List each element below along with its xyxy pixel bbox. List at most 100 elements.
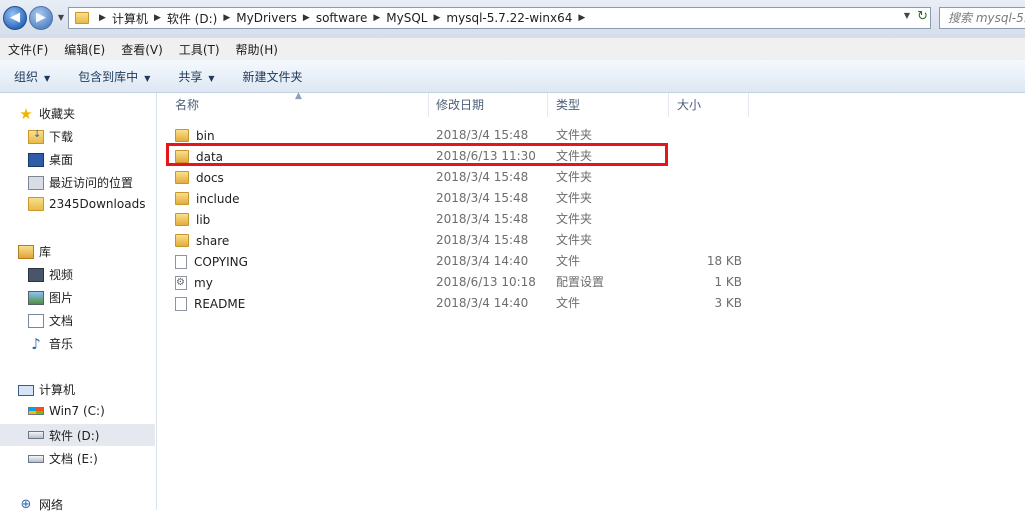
file-name: bin [196, 128, 215, 143]
file-row-share[interactable]: share 2018/3/4 15:48 文件夹 [157, 230, 1025, 251]
file-type: 配置设置 [556, 275, 605, 289]
share-label: 共享 [178, 69, 203, 84]
file-date-modified: 2018/6/13 10:18 [436, 275, 536, 289]
chevron-down-icon: ▼ [144, 73, 151, 83]
file-size [677, 125, 742, 146]
navigation-pane[interactable]: ★ 收藏夹 下载 桌面 最近访问的位置 2345Downloads 库 视频 图… [0, 93, 157, 513]
file-size [677, 188, 742, 209]
share-button[interactable]: 共享 ▼ [164, 68, 228, 85]
breadcrumb-computer[interactable]: 计算机 [112, 10, 148, 27]
search-input[interactable]: 搜索 mysql-5.7.22-winx64 [939, 7, 1025, 29]
file-row-copying[interactable]: COPYING 2018/3/4 14:40 文件 18 KB [157, 251, 1025, 272]
nav-item-recent-places[interactable]: 最近访问的位置 [28, 174, 133, 191]
refresh-icon[interactable]: ↻ [917, 9, 928, 24]
desktop-icon [28, 152, 44, 167]
nav-item-2345downloads[interactable]: 2345Downloads [28, 197, 145, 211]
breadcrumb-mysql-winx64[interactable]: mysql-5.7.22-winx64 [446, 11, 572, 25]
file-row-include[interactable]: include 2018/3/4 15:48 文件夹 [157, 188, 1025, 209]
file-row-my[interactable]: my 2018/6/13 10:18 配置设置 1 KB [157, 272, 1025, 293]
column-size[interactable]: 大小 [669, 93, 749, 117]
nav-computer-label: 计算机 [39, 383, 76, 397]
star-icon: ★ [19, 104, 33, 123]
file-name: README [194, 296, 246, 311]
nav-item-drive-d[interactable]: 软件 (D:) [0, 424, 155, 446]
file-row-docs[interactable]: docs 2018/3/4 15:48 文件夹 [157, 167, 1025, 188]
column-name[interactable]: 名称 [157, 93, 429, 117]
new-folder-button[interactable]: 新建文件夹 [229, 68, 317, 85]
file-name-cell[interactable]: docs [175, 167, 224, 188]
file-name-cell[interactable]: lib [175, 209, 210, 230]
nav-item-drive-c[interactable]: Win7 (C:) [28, 404, 105, 418]
organize-label: 组织 [14, 69, 39, 84]
file-date-modified: 2018/3/4 15:48 [436, 233, 529, 247]
file-row-lib[interactable]: lib 2018/3/4 15:48 文件夹 [157, 209, 1025, 230]
file-list[interactable]: 名称 ▲ 修改日期 类型 大小 bin 2018/3/4 15:48 文件夹 data… [157, 91, 1025, 510]
file-size: 3 KB [714, 296, 742, 310]
file-type: 文件 [556, 254, 581, 268]
file-row-readme[interactable]: README 2018/3/4 14:40 文件 3 KB [157, 293, 1025, 314]
nav-libraries-label: 库 [39, 245, 52, 259]
folder-icon [75, 12, 89, 24]
menu-tools[interactable]: 工具(T) [171, 41, 228, 58]
include-in-library-button[interactable]: 包含到库中 ▼ [64, 68, 164, 85]
file-type: 文件 [556, 296, 581, 310]
column-type[interactable]: 类型 [548, 93, 669, 117]
breadcrumb-software[interactable]: software [316, 11, 368, 25]
file-name-cell[interactable]: include [175, 188, 239, 209]
breadcrumb-mydrivers[interactable]: MyDrivers [236, 11, 297, 25]
nav-libraries[interactable]: 库 [18, 243, 51, 260]
nav-network[interactable]: ⊕ 网络 [18, 496, 63, 513]
chevron-right-icon[interactable]: ▶ [93, 13, 112, 23]
include-in-library-label: 包含到库中 [78, 69, 139, 84]
nav-item-downloads[interactable]: 下载 [28, 128, 73, 145]
menu-file[interactable]: 文件(F) [0, 41, 56, 58]
back-button[interactable]: ◀ [3, 6, 27, 30]
forward-button[interactable]: ▶ [29, 6, 53, 30]
chevron-right-icon[interactable]: ▶ [217, 13, 236, 23]
nav-favorites[interactable]: ★ 收藏夹 [18, 105, 75, 122]
breadcrumb-drive-d[interactable]: 软件 (D:) [167, 10, 217, 27]
file-name-cell[interactable]: COPYING [175, 251, 248, 272]
nav-item-desktop[interactable]: 桌面 [28, 151, 73, 168]
organize-button[interactable]: 组织 ▼ [0, 68, 64, 85]
chevron-right-icon[interactable]: ▶ [367, 13, 386, 23]
nav-item-videos[interactable]: 视频 [28, 266, 73, 283]
file-name-cell[interactable]: my [175, 272, 213, 293]
file-icon [175, 254, 187, 269]
config-file-icon [175, 275, 187, 290]
chevron-right-icon[interactable]: ▶ [427, 13, 446, 23]
chevron-right-icon[interactable]: ▶ [148, 13, 167, 23]
file-name-cell[interactable]: share [175, 230, 229, 251]
nav-item-pictures[interactable]: 图片 [28, 289, 73, 306]
menu-help[interactable]: 帮助(H) [228, 41, 286, 58]
command-bar: 组织 ▼ 包含到库中 ▼ 共享 ▼ 新建文件夹 [0, 60, 1025, 93]
chevron-right-icon[interactable]: ▶ [297, 13, 316, 23]
chevron-down-icon[interactable]: ▼ [904, 11, 910, 20]
nav-item-music[interactable]: ♪ 音乐 [28, 335, 73, 352]
nav-item-label: 软件 (D:) [49, 428, 100, 443]
breadcrumb-mysql[interactable]: MySQL [386, 11, 427, 25]
file-size [677, 146, 742, 167]
nav-item-label: 2345Downloads [49, 197, 146, 211]
file-name: my [194, 275, 213, 290]
chevron-down-icon: ▼ [208, 73, 215, 83]
nav-item-documents[interactable]: 文档 [28, 312, 73, 329]
file-date-modified: 2018/3/4 14:40 [436, 254, 529, 268]
file-name-cell[interactable]: README [175, 293, 245, 314]
menu-view[interactable]: 查看(V) [113, 41, 171, 58]
nav-item-label: 音乐 [49, 337, 74, 351]
menu-edit[interactable]: 编辑(E) [56, 41, 113, 58]
drive-icon [28, 454, 44, 463]
chevron-right-icon[interactable]: ▶ [572, 13, 591, 23]
recent-places-icon [28, 175, 44, 190]
path-bar[interactable]: ▶ 计算机 ▶ 软件 (D:) ▶ MyDrivers ▶ software ▶… [68, 7, 931, 29]
column-date-modified[interactable]: 修改日期 [429, 93, 548, 117]
file-type: 文件夹 [556, 212, 593, 226]
nav-computer[interactable]: 计算机 [18, 381, 75, 398]
address-bar: ◀ ▶ ▼ ▶ 计算机 ▶ 软件 (D:) ▶ MyDrivers ▶ soft… [0, 0, 1025, 38]
nav-item-drive-e[interactable]: 文档 (E:) [28, 450, 98, 467]
document-icon [28, 313, 44, 328]
recent-pages-dropdown[interactable]: ▼ [56, 10, 66, 26]
nav-item-label: 下载 [49, 130, 74, 144]
file-size: 1 KB [714, 275, 742, 289]
